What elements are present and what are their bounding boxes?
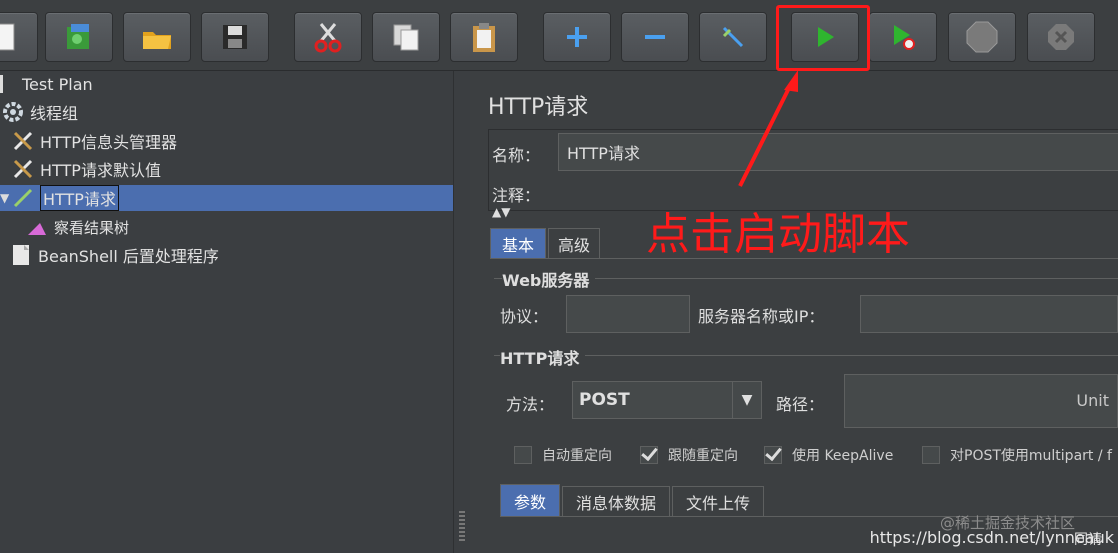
annotation-arrow — [738, 70, 798, 187]
watermark-url: https://blog.csdn.net/lynneauk — [869, 528, 1114, 547]
annotation-text: 点击启动脚本 — [646, 209, 910, 260]
